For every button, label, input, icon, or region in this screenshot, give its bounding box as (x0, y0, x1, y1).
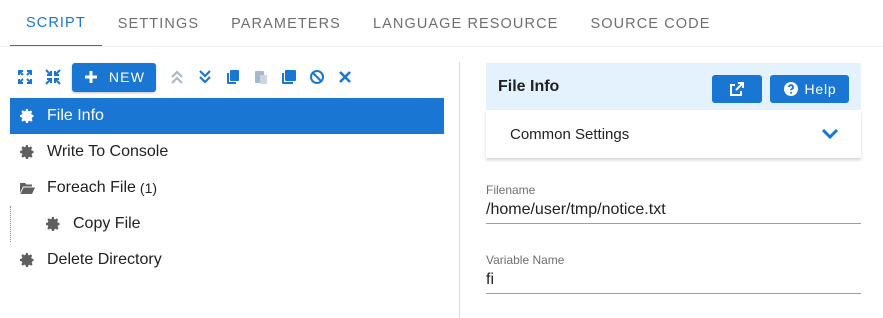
move-down-icon[interactable] (194, 66, 216, 88)
tree-item-copy-file[interactable]: Copy File (10, 206, 444, 242)
move-up-icon[interactable] (166, 66, 188, 88)
tree-item-label: Write To Console (47, 143, 169, 160)
tree-item-label: Copy File (73, 215, 141, 232)
variable-name-field[interactable]: Variable Name fi (486, 253, 861, 294)
tree-guide-line (10, 206, 11, 242)
question-circle-icon (783, 82, 798, 96)
tab-language-resource[interactable]: LANGUAGE RESOURCE (357, 0, 575, 47)
tabs-divider (0, 46, 883, 47)
disable-icon[interactable] (306, 66, 328, 88)
help-button-label: Help (804, 81, 837, 97)
delete-icon[interactable] (334, 66, 356, 88)
gear-icon (18, 143, 36, 161)
tab-bar: SCRIPT SETTINGS PARAMETERS LANGUAGE RESO… (10, 0, 727, 47)
plus-icon (84, 71, 97, 83)
properties-title: File Info (498, 77, 560, 95)
variable-name-label: Variable Name (486, 253, 565, 267)
copy-icon[interactable] (222, 66, 244, 88)
tab-source-code[interactable]: SOURCE CODE (574, 0, 726, 47)
script-tree: File Info Write To Console Foreach File … (10, 98, 444, 278)
new-button[interactable]: NEW (72, 62, 156, 92)
open-external-button[interactable] (712, 75, 762, 103)
tree-item-label: Foreach File (47, 179, 136, 196)
tree-item-write-to-console[interactable]: Write To Console (10, 134, 444, 170)
tab-parameters[interactable]: PARAMETERS (215, 0, 357, 47)
tab-script[interactable]: SCRIPT (10, 0, 102, 47)
tree-item-foreach-file[interactable]: Foreach File (1) (10, 170, 444, 206)
gear-icon (44, 215, 62, 233)
gear-icon (18, 251, 36, 269)
filename-field[interactable]: Filename /home/user/tmp/notice.txt (486, 183, 861, 224)
tab-settings[interactable]: SETTINGS (102, 0, 215, 47)
duplicate-icon[interactable] (278, 66, 300, 88)
filename-label: Filename (486, 183, 536, 197)
common-settings-expander[interactable]: Common Settings (486, 110, 861, 158)
script-toolbar: NEW (14, 62, 362, 92)
tree-item-label: File Info (47, 107, 104, 124)
collapse-all-icon[interactable] (42, 66, 64, 88)
folder-open-icon (18, 179, 36, 197)
external-link-icon (730, 82, 744, 96)
common-settings-label: Common Settings (510, 125, 630, 143)
panel-splitter[interactable] (459, 62, 460, 318)
chevron-down-icon (821, 128, 839, 140)
properties-header: File Info Help (486, 63, 861, 110)
help-button[interactable]: Help (770, 75, 849, 103)
filename-value[interactable]: /home/user/tmp/notice.txt (486, 199, 861, 223)
expand-all-icon[interactable] (14, 66, 36, 88)
variable-name-value[interactable]: fi (486, 269, 861, 293)
tree-item-label: Delete Directory (47, 251, 162, 268)
tree-item-file-info[interactable]: File Info (10, 98, 444, 134)
gear-icon (18, 107, 36, 125)
child-count-badge: (1) (139, 180, 158, 196)
new-button-label: NEW (108, 69, 146, 85)
paste-icon[interactable] (250, 66, 272, 88)
tree-item-delete-directory[interactable]: Delete Directory (10, 242, 444, 278)
